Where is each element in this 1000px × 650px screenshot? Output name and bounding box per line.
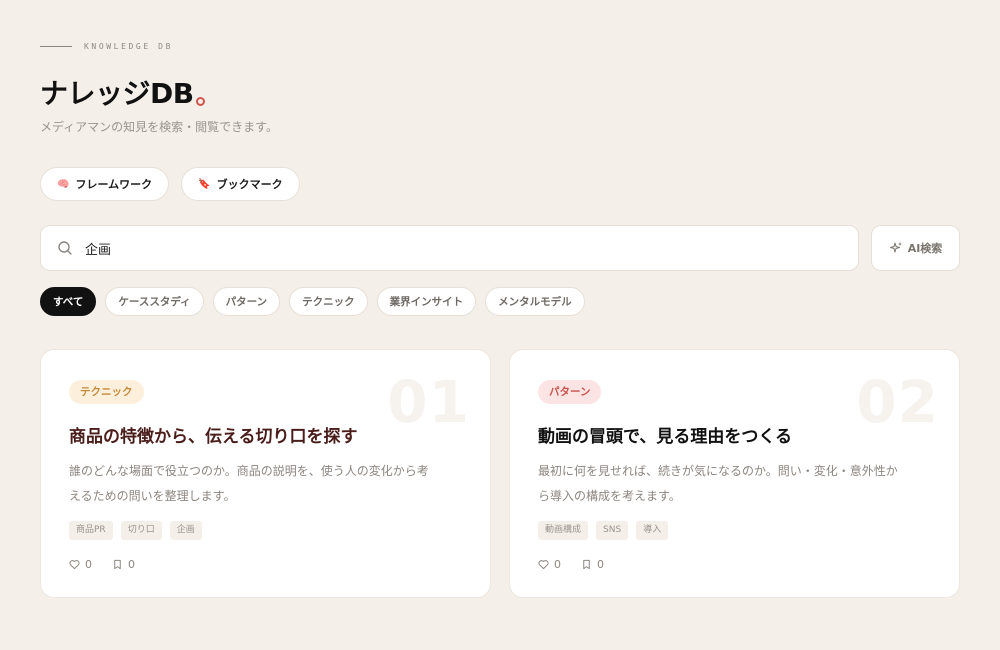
like-count: 0	[554, 558, 561, 571]
card-description-line: 誰のどんな場面で役立つのか。商品の説明を、使う人の変化から考	[69, 464, 429, 478]
card-description: 誰のどんな場面で役立つのか。商品の説明を、使う人の変化から考 えるための問いを整…	[69, 459, 465, 509]
knowledge-db-page: KNOWLEDGE DB ナレッジDB メディアマンの知見を検索・閲覧できます。…	[0, 0, 1000, 650]
card-stats: 0 0	[538, 558, 931, 571]
bookmark-count: 0	[128, 558, 135, 571]
bookmark-count: 0	[597, 558, 604, 571]
card-tags: 動画構成 SNS 導入	[538, 521, 931, 540]
bookmark-icon	[114, 559, 121, 570]
filter-industry-insight[interactable]: 業界インサイト	[376, 287, 477, 316]
filter-mental-model[interactable]: メンタルモデル	[485, 287, 585, 316]
ai-search-label: AI検索	[907, 242, 943, 255]
card-tags: 商品PR 切り口 企画	[69, 521, 462, 540]
like-button[interactable]: 0	[538, 558, 561, 571]
card-tag[interactable]: 切り口	[120, 521, 162, 540]
card-description-line: 最初に何を見せれば、続きが気になるのか。問い・変化・意外性か	[538, 464, 898, 478]
bookmark-toggle[interactable]: 0	[581, 558, 604, 571]
like-button[interactable]: 0	[69, 558, 92, 571]
card-category-badge: テクニック	[69, 380, 144, 404]
filter-case-study[interactable]: ケーススタディ	[105, 287, 204, 316]
heart-icon	[69, 560, 80, 570]
card-tag[interactable]: 動画構成	[538, 521, 589, 540]
filter-technique[interactable]: テクニック	[289, 287, 368, 316]
card-tag[interactable]: SNS	[596, 521, 629, 540]
card-tag[interactable]: 商品PR	[69, 521, 113, 540]
page-subtitle: メディアマンの知見を検索・閲覧できます。	[40, 120, 278, 134]
card-description-line: えるための問いを整理します。	[69, 489, 236, 503]
bookmark-toggle[interactable]: 0	[112, 558, 135, 571]
eyebrow-line	[40, 46, 72, 47]
filter-pattern[interactable]: パターン	[212, 287, 281, 316]
card-description-line: ら導入の構成を考えます。	[538, 489, 681, 503]
card-tag[interactable]: 企画	[169, 521, 202, 540]
sparkle-icon	[889, 242, 902, 253]
quick-links: 🧠 フレームワーク 🔖 ブックマーク	[40, 167, 300, 201]
filter-all[interactable]: すべて	[40, 287, 97, 316]
framework-button-label: フレームワーク	[75, 178, 153, 191]
bookmark-icon	[583, 559, 590, 570]
heart-icon	[538, 560, 549, 570]
page-title-text: ナレッジDB	[40, 77, 194, 110]
page-title: ナレッジDB	[40, 72, 205, 112]
brain-icon: 🧠	[57, 178, 70, 190]
category-filters: すべて ケーススタディ パターン テクニック 業界インサイト メンタルモデル	[40, 287, 585, 316]
card-tag[interactable]: 導入	[636, 521, 669, 540]
search-box[interactable]	[40, 225, 859, 271]
bookmark-button-label: ブックマーク	[216, 178, 283, 191]
ai-search-button[interactable]: AI検索	[871, 225, 960, 271]
card-title[interactable]: 動画の冒頭で、見る理由をつくる	[538, 422, 931, 447]
eyebrow: KNOWLEDGE DB	[40, 42, 173, 51]
bookmark-button[interactable]: 🔖 ブックマーク	[181, 167, 300, 201]
card-description: 最初に何を見せれば、続きが気になるのか。問い・変化・意外性か ら導入の構成を考え…	[538, 459, 934, 509]
card-stats: 0 0	[69, 558, 462, 571]
framework-button[interactable]: 🧠 フレームワーク	[40, 167, 170, 201]
eyebrow-text: KNOWLEDGE DB	[84, 42, 173, 51]
like-count: 0	[85, 558, 92, 571]
knowledge-card[interactable]: 02 パターン 動画の冒頭で、見る理由をつくる 最初に何を見せれば、続きが気にな…	[509, 349, 960, 598]
title-accent-dot-icon	[195, 97, 205, 106]
search-input[interactable]	[85, 240, 785, 256]
card-title[interactable]: 商品の特徴から、伝える切り口を探す	[69, 422, 462, 447]
bookmark-tag-icon: 🔖	[198, 178, 211, 190]
knowledge-card[interactable]: 01 テクニック 商品の特徴から、伝える切り口を探す 誰のどんな場面で役立つのか…	[40, 349, 491, 598]
search-icon	[58, 241, 72, 255]
card-category-badge: パターン	[538, 380, 602, 404]
